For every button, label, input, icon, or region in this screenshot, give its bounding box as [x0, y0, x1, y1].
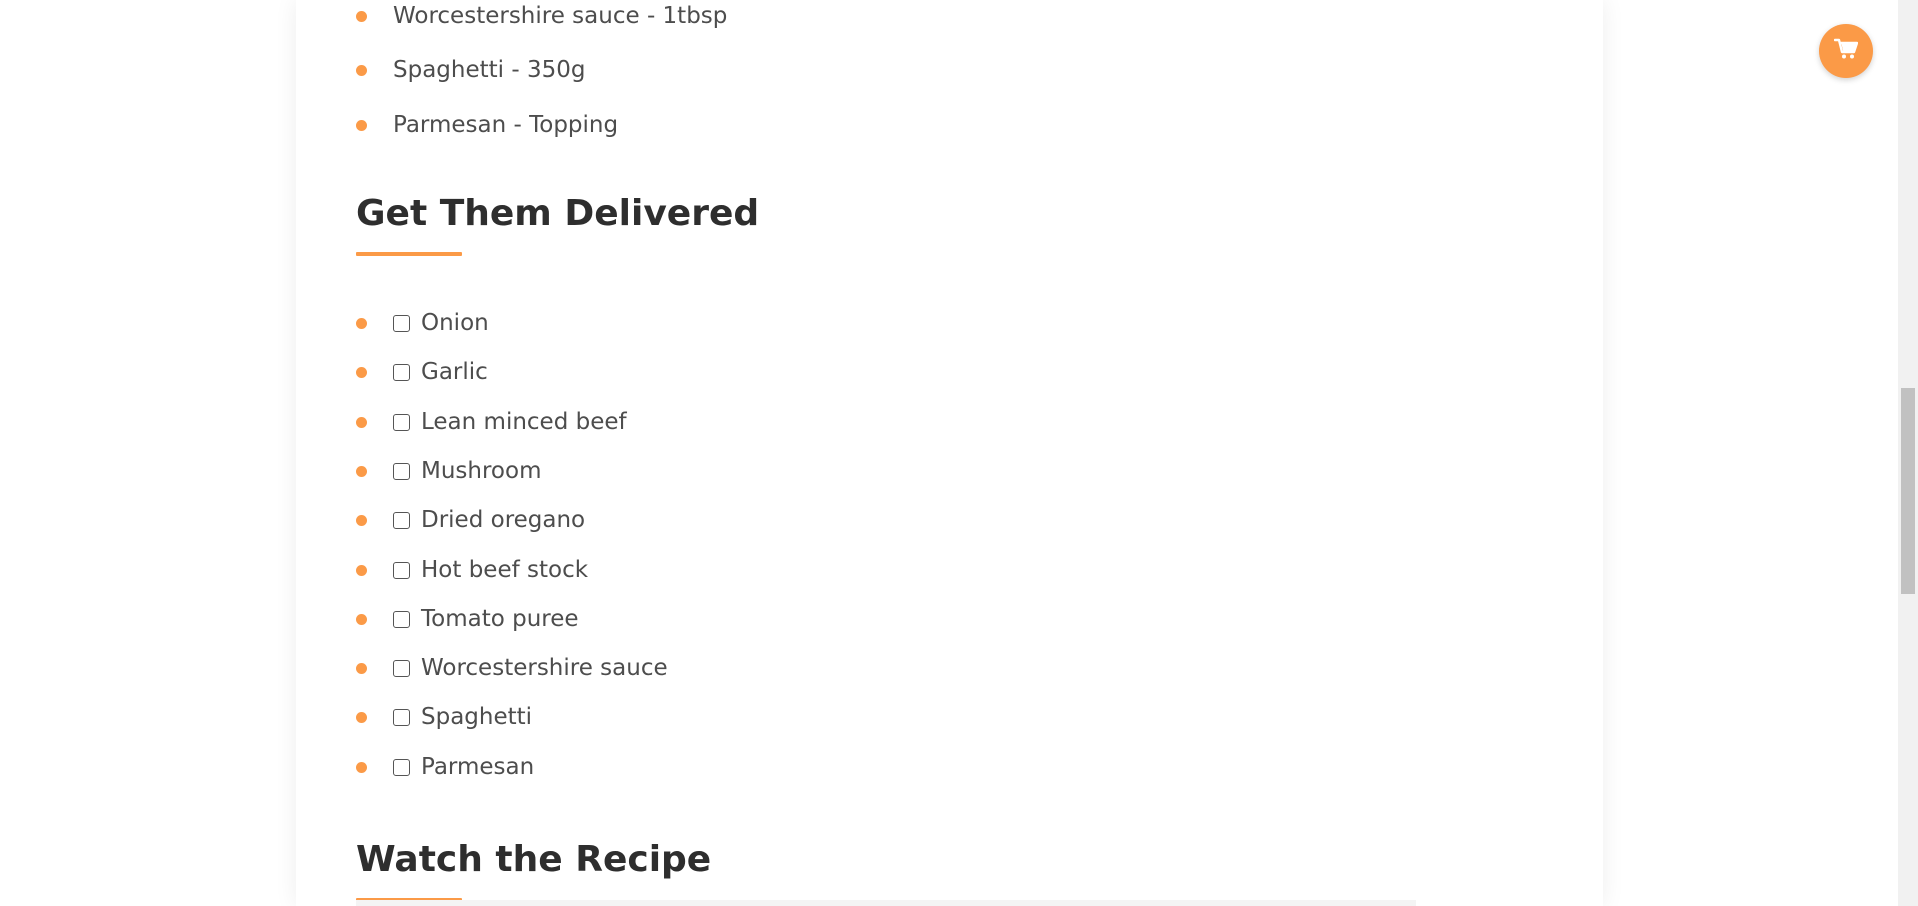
ingredient-text: Parmesan - Topping [393, 112, 619, 138]
checkbox-onion[interactable] [393, 315, 410, 332]
checkbox-worcestershire-sauce[interactable] [393, 660, 410, 677]
checkbox-label[interactable]: Worcestershire sauce [421, 653, 668, 683]
heading-underline [356, 252, 462, 256]
checkbox-garlic[interactable] [393, 364, 410, 381]
bullet-icon [356, 466, 367, 477]
bullet-icon [356, 318, 367, 329]
list-item[interactable]: Garlic [356, 357, 756, 387]
checkbox-label[interactable]: Lean minced beef [421, 407, 627, 437]
bullet-icon [356, 565, 367, 576]
checkbox-label[interactable]: Dried oregano [421, 505, 585, 535]
recipe-content-card: Worcestershire sauce - 1tbsp Spaghetti -… [296, 0, 1603, 906]
checkbox-label[interactable]: Spaghetti [421, 702, 532, 732]
list-item[interactable]: Hot beef stock [356, 555, 756, 585]
page-scrollbar[interactable] [1898, 0, 1918, 906]
list-item[interactable]: Dried oregano [356, 505, 756, 535]
checkbox-label[interactable]: Parmesan [421, 752, 534, 782]
ingredient-text: Worcestershire sauce - 1tbsp [393, 3, 728, 29]
checkbox-label[interactable]: Mushroom [421, 456, 541, 486]
checkbox-label[interactable]: Onion [421, 308, 489, 338]
list-item[interactable]: Tomato puree [356, 604, 756, 634]
list-item[interactable]: Worcestershire sauce [356, 653, 756, 683]
checkbox-mushroom[interactable] [393, 463, 410, 480]
list-item[interactable]: Spaghetti [356, 702, 756, 732]
bullet-icon [356, 417, 367, 428]
list-item[interactable]: Mushroom [356, 456, 756, 486]
bullet-icon [356, 762, 367, 773]
bullet-icon [356, 11, 367, 22]
checkbox-hot-beef-stock[interactable] [393, 562, 410, 579]
bullet-icon [356, 712, 367, 723]
checkbox-dried-oregano[interactable] [393, 512, 410, 529]
bullet-icon [356, 65, 367, 76]
video-embed-edge [356, 900, 1416, 906]
bullet-icon [356, 515, 367, 526]
bullet-icon [356, 120, 367, 131]
list-item[interactable]: Lean minced beef [356, 407, 756, 437]
bullet-icon [356, 367, 367, 378]
list-item[interactable]: Parmesan [356, 752, 756, 782]
checkbox-parmesan[interactable] [393, 759, 410, 776]
checkbox-label[interactable]: Tomato puree [421, 604, 579, 634]
checkbox-spaghetti[interactable] [393, 709, 410, 726]
bullet-icon [356, 663, 367, 674]
section-heading-watch: Watch the Recipe [356, 839, 712, 880]
checkbox-label[interactable]: Garlic [421, 357, 488, 387]
section-heading-delivery: Get Them Delivered [356, 193, 760, 234]
bullet-icon [356, 614, 367, 625]
cart-button[interactable] [1819, 24, 1873, 78]
ingredient-text: Spaghetti - 350g [393, 57, 586, 83]
checkbox-tomato-puree[interactable] [393, 611, 410, 628]
scrollbar-thumb[interactable] [1901, 388, 1915, 594]
list-item[interactable]: Onion [356, 308, 756, 338]
cart-icon [1833, 38, 1859, 64]
checkbox-lean-minced-beef[interactable] [393, 414, 410, 431]
checkbox-label[interactable]: Hot beef stock [421, 555, 588, 585]
